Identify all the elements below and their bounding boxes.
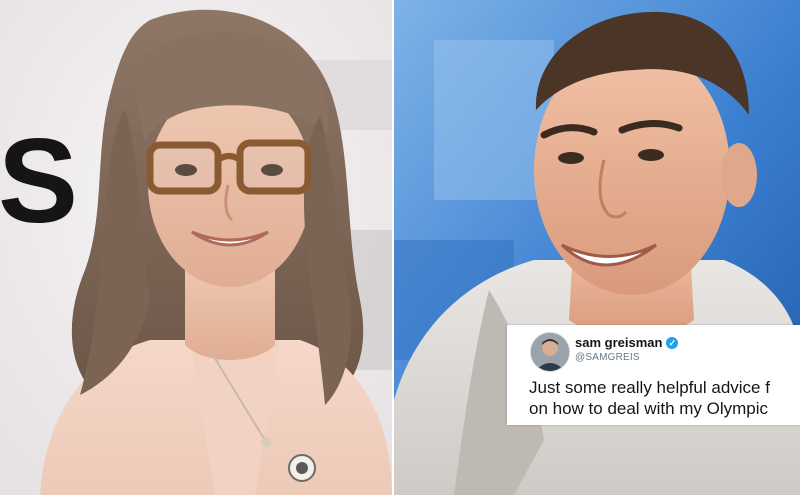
avatar-photo [531, 333, 569, 371]
left-photo: S [0, 0, 392, 495]
tweet-text-line-2: on how to deal with my Olympic [529, 399, 769, 418]
tweet-card: sam greisman ✓ @SAMGREIS Just some really… [507, 325, 800, 425]
woman-portrait-illustration: S [0, 0, 392, 495]
verified-badge-icon: ✓ [666, 337, 679, 349]
tweet-text: Just some really helpful advice f on how… [529, 377, 770, 419]
tweet-text-line-1: Just some really helpful advice f [529, 378, 770, 397]
avatar[interactable] [530, 332, 570, 372]
backdrop-letter: S [0, 114, 78, 248]
tweet-handle[interactable]: @SAMGREIS [575, 352, 640, 363]
tweet-display-name[interactable]: sam greisman ✓ [575, 335, 679, 350]
composite-image: S sam greisman ✓ @SAMGREIS Just some rea… [0, 0, 800, 495]
